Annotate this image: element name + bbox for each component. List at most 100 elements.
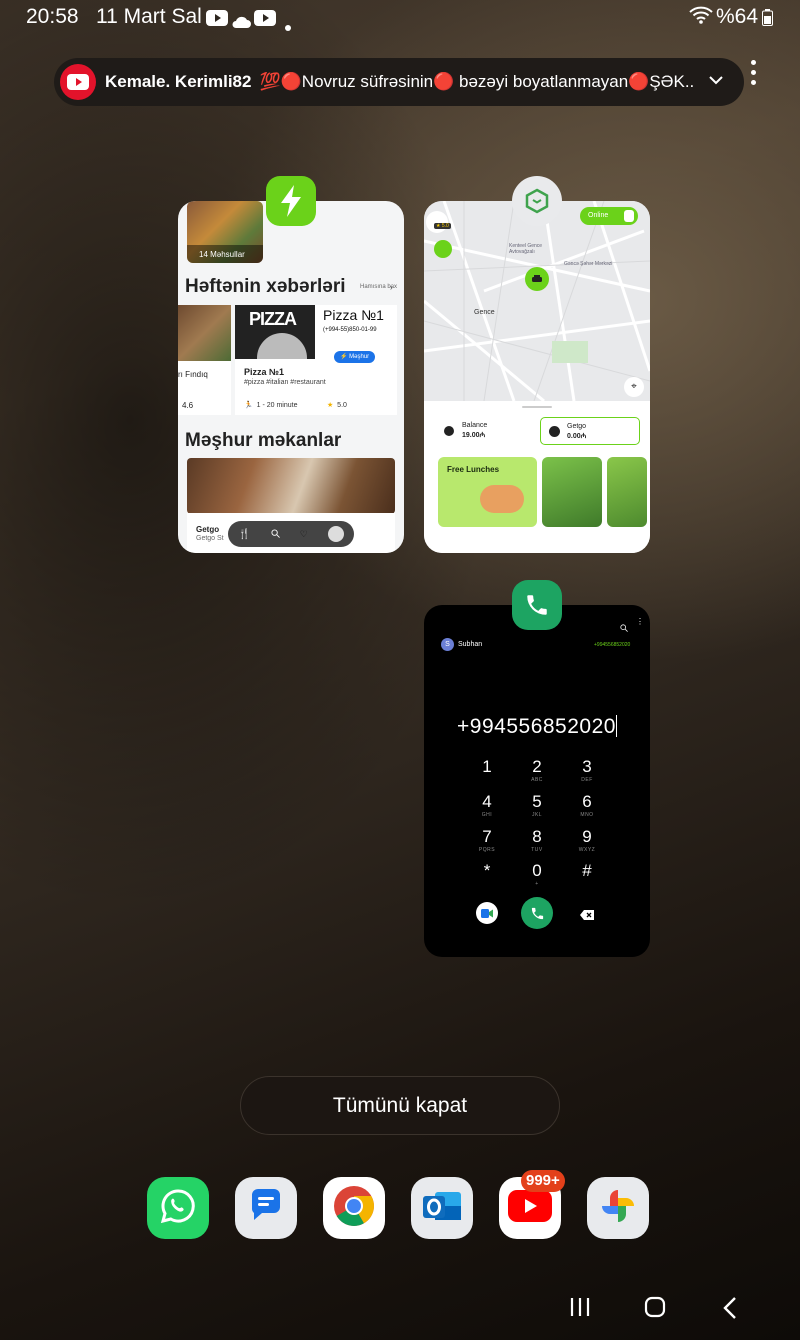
recent-app-card-delivery[interactable]: 14 Məhsullar Həftənin xəbərləri Hamısına… [178,201,404,553]
back-icon[interactable] [722,1296,738,1325]
map-rating-badge: ★ 5.0 [434,223,451,229]
pizza-card-name: Pizza №1 [244,367,285,377]
phone-app-icon[interactable] [512,580,562,630]
map-city-label: Gence [474,309,495,316]
place-photo[interactable] [187,458,395,514]
car-marker-icon[interactable] [525,267,549,291]
map-view[interactable]: Gence Kenteel Gence Avtovağzalı Gəncə Şə… [424,201,650,401]
getgo-coin-icon [549,426,560,437]
locate-me-icon[interactable]: ⌖ [624,377,644,397]
status-date: 11 Mart Sal [96,5,202,28]
contact-avatar: S [441,638,454,651]
promo-courier-2[interactable] [607,457,647,527]
notification-message: 💯🔴Novruz süfrəsinin🔴 bəzəyi boyatlanmaya… [259,72,695,91]
pizza-card-tags: #pizza #italian #restaurant [244,379,326,386]
restaurant-icon[interactable]: 🍴 [238,529,250,540]
delivery-time: 🏃 1 - 20 minute [244,401,297,409]
news-card-left[interactable]: rı Fındıq 4.6 [178,305,231,415]
recent-app-card-phone[interactable]: ⋮ S Subhan +994556852020 +994556852020 1… [424,605,650,957]
balance-label: Balance [462,422,488,429]
section-weekly-news-title: Həftənin xəbərləri [185,276,346,297]
promo-free-lunches[interactable]: Free Lunches [438,457,537,527]
dock-youtube[interactable]: 999+ [499,1170,565,1239]
dial-key-3[interactable]: 3 DEF [557,757,617,783]
dock-chrome[interactable] [323,1177,385,1239]
contact-number: +994556852020 [594,642,631,648]
getgo-app-icon[interactable] [512,176,562,226]
more-notifs-dot-icon [285,13,291,37]
notification-badge: 999+ [521,1170,565,1192]
dock-whatsapp[interactable] [147,1177,209,1239]
call-button[interactable] [521,897,553,929]
more-options-icon[interactable] [751,60,757,90]
star-icon: ★ [327,402,334,409]
notification-channel: Kemale. Kerimli82 [105,72,252,91]
dial-key-9[interactable]: 9 WXYZ [557,827,617,853]
backspace-icon[interactable] [580,907,594,925]
recent-app-card-getgo[interactable]: Gence Kenteel Gence Avtovağzalı Gəncə Şə… [424,201,650,553]
whatsapp-icon [159,1187,197,1230]
bottom-sheet: Balance 19.00₼ Getgo 0.00₼ Free Lunches [424,401,650,553]
news-card-pizza[interactable]: PIZZA Pizza №1 (+994-55)850-01-99 ⚡ Məşh… [235,305,397,415]
sheet-handle[interactable] [522,406,552,408]
dial-key-hash[interactable]: # [557,861,617,881]
search-icon[interactable] [271,525,280,543]
wifi-icon [689,6,713,30]
online-toggle[interactable]: Online [580,207,638,225]
messages-icon [246,1187,286,1230]
getgo-card[interactable]: Getgo 0.00₼ [540,417,640,445]
toggle-knob [624,210,634,222]
pizza-banner-text: PIZZA [249,309,297,329]
chevron-right-icon: › [390,283,393,292]
youtube-avatar-icon [60,64,96,100]
dock-messages[interactable] [235,1177,297,1239]
chevron-down-icon[interactable] [708,72,724,93]
youtube-notif-icon [206,8,228,32]
history-icon[interactable] [434,240,452,258]
products-thumbnail[interactable]: 14 Məhsullar [187,201,263,263]
popular-badge-text: Məşhur [349,354,370,360]
dock-photos[interactable] [587,1177,649,1239]
chrome-icon [332,1184,376,1233]
promo-courier-1[interactable] [542,457,602,527]
dial-input[interactable]: +994556852020 [424,715,650,739]
dock-outlook[interactable] [411,1177,473,1239]
pizza-banner-title: Pizza №1 [323,307,384,323]
media-notification[interactable]: Kemale. Kerimli82 💯🔴Novruz süfrəsinin🔴 bə… [54,58,744,106]
place-sub: Getgo St [196,535,224,542]
courier-icon: 🏃 [244,402,253,409]
dialer-search-icon[interactable] [620,619,628,637]
wallet-icon [444,426,454,436]
heart-icon[interactable]: ♡ [300,529,308,540]
bottom-nav: 🍴 ♡ [228,521,354,547]
dialer-more-icon[interactable]: ⋮ [636,617,644,626]
recents-icon[interactable] [569,1296,591,1323]
balance-card[interactable]: Balance 19.00₼ [436,417,532,445]
products-thumb-label: 14 Məhsullar [199,250,245,259]
delivery-time-text: 1 - 20 minute [256,402,298,409]
pizza-banner-phone: (+994-55)850-01-99 [323,327,377,333]
status-time: 20:58 [26,5,79,28]
profile-avatar[interactable] [327,526,344,542]
section-popular-places-title: Məşhur məkanlar [185,430,342,451]
photos-icon [598,1186,638,1231]
text-cursor [615,715,617,737]
map-avatar[interactable] [426,211,448,233]
pizza-rating-value: 5.0 [337,402,347,409]
popular-badge: ⚡ Məşhur [334,351,376,363]
outlook-icon [421,1186,463,1231]
dial-key-6[interactable]: 6 MNO [557,792,617,818]
promo-title: Free Lunches [447,465,500,474]
map-label-2: Gəncə Şəhər Mərkəzi [564,261,613,267]
close-all-button[interactable]: Tümünü kapat [240,1076,560,1135]
battery-level: %64 [716,5,759,28]
delivery-app-icon[interactable] [266,176,316,226]
contact-name[interactable]: Subhan [458,641,482,648]
cloud-icon [231,10,251,34]
getgo-label: Getgo [567,423,587,430]
video-call-icon[interactable] [476,902,498,924]
news-card-left-rating: 4.6 [182,401,194,410]
status-bar: 20:58 11 Mart Sal %64 [0,0,800,34]
youtube-notif-icon-2 [254,8,276,32]
home-icon[interactable] [644,1296,666,1323]
